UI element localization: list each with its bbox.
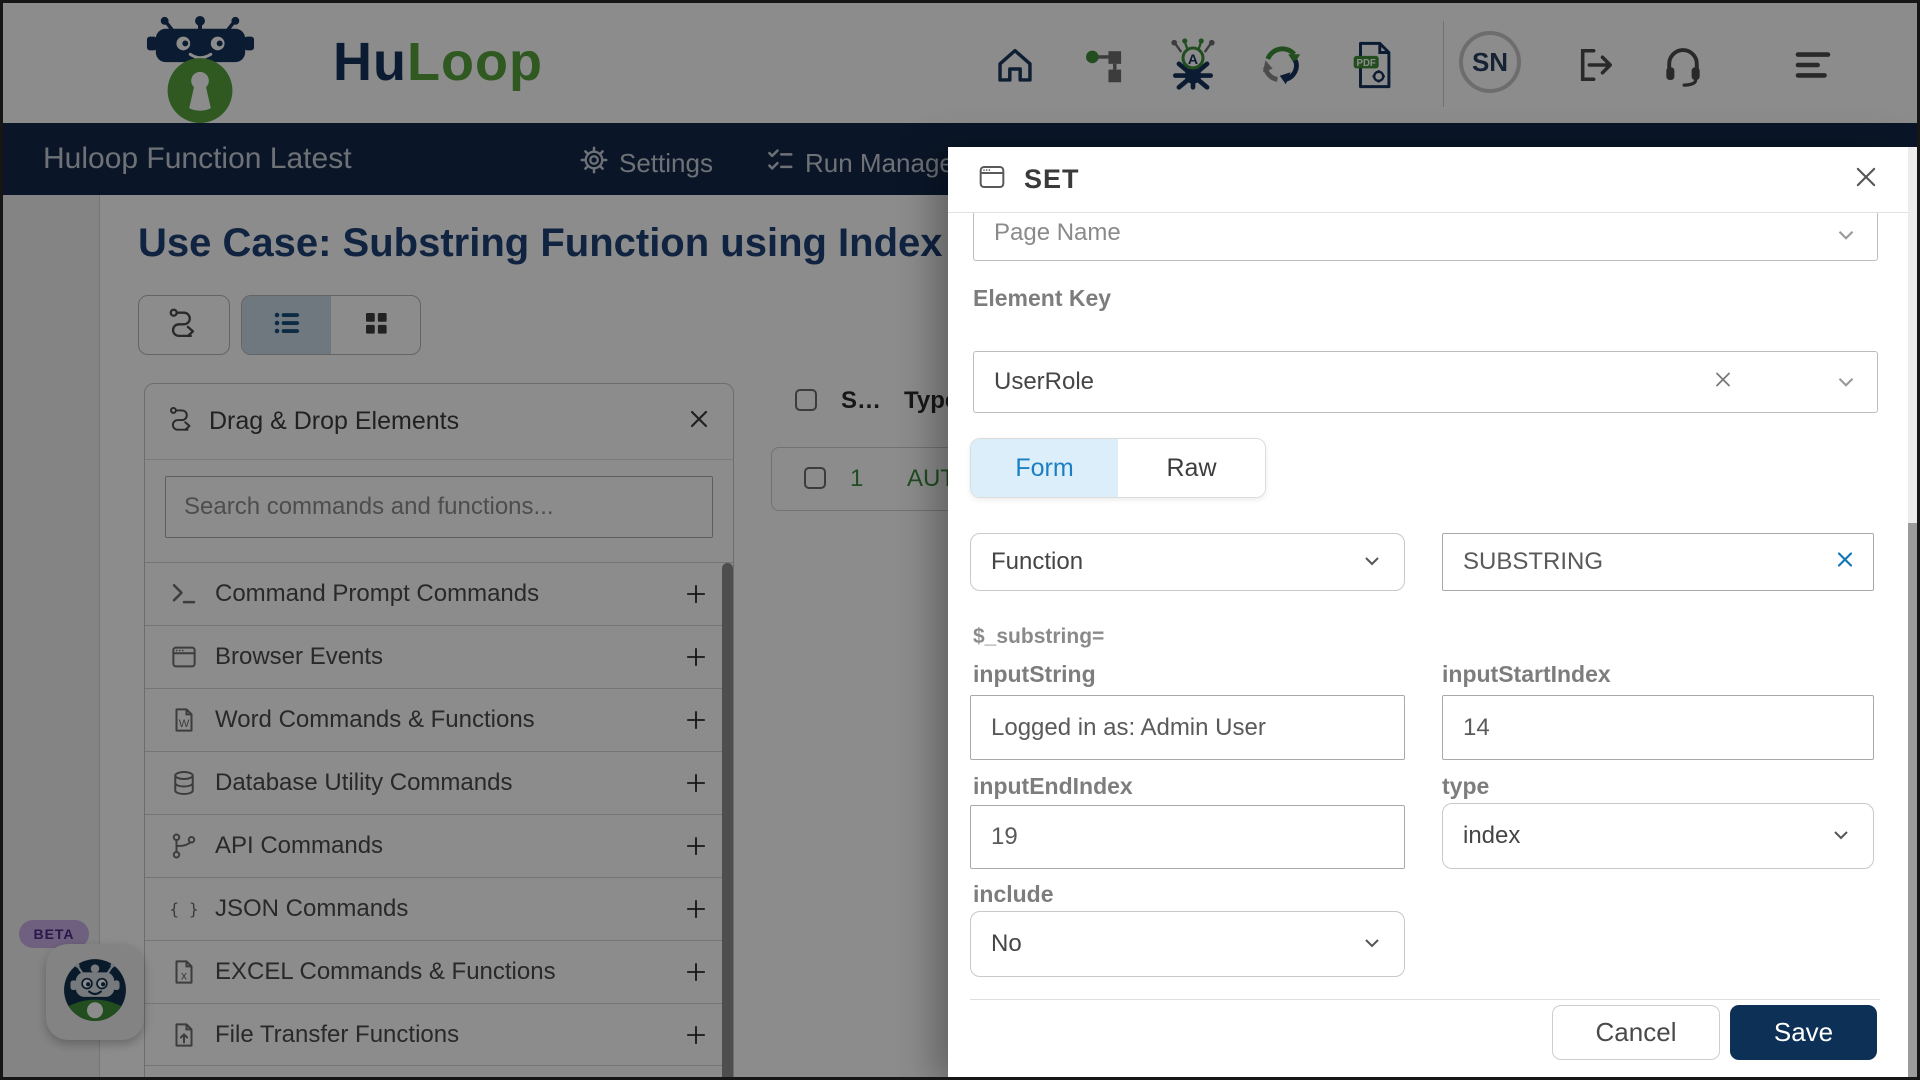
cancel-button[interactable]: Cancel: [1552, 1005, 1720, 1060]
form-tab[interactable]: Form: [971, 439, 1118, 497]
element-key-value: UserRole: [994, 368, 1095, 395]
type-label: type: [1442, 773, 1490, 799]
chevron-down-icon: [1833, 369, 1859, 395]
function-name-field[interactable]: SUBSTRING: [1442, 533, 1874, 591]
chevron-down-icon: [1833, 222, 1859, 248]
page-scrollbar-thumb[interactable]: [1908, 523, 1917, 1077]
input-end-index-field[interactable]: 19: [970, 805, 1405, 869]
footer-divider: [970, 999, 1880, 1000]
function-select-value: Function: [991, 548, 1084, 575]
input-string-field[interactable]: Logged in as: Admin User: [970, 695, 1405, 760]
element-key-label: Element Key: [973, 285, 1112, 311]
set-modal: SET Page Name Element Key UserRole Form …: [948, 147, 1908, 1077]
include-label: include: [973, 881, 1054, 907]
input-start-index-label: inputStartIndex: [1442, 661, 1611, 687]
input-end-index-label: inputEndIndex: [973, 773, 1133, 799]
clear-function-icon[interactable]: [1833, 548, 1857, 577]
input-end-index-value: 19: [991, 823, 1018, 850]
function-name-value: SUBSTRING: [1463, 548, 1604, 575]
chevron-down-icon: [1360, 931, 1386, 957]
clear-value-icon[interactable]: [1711, 368, 1735, 397]
element-key-select[interactable]: UserRole: [973, 351, 1878, 413]
raw-tab[interactable]: Raw: [1118, 439, 1265, 497]
input-string-label: inputString: [973, 661, 1096, 687]
close-modal-icon[interactable]: [1852, 163, 1880, 196]
chevron-down-icon: [1829, 823, 1855, 849]
expression-label: $_substring=: [973, 625, 1105, 648]
input-start-index-value: 14: [1463, 713, 1490, 741]
app-window: HuLoop A PDF SN Huloop Function Latest S…: [0, 0, 1920, 1080]
include-select[interactable]: No: [970, 911, 1405, 977]
chevron-down-icon: [1360, 549, 1386, 575]
include-value: No: [991, 930, 1022, 957]
form-raw-toggle: Form Raw: [970, 438, 1266, 498]
page-name-placeholder: Page Name: [994, 219, 1121, 246]
input-start-index-field[interactable]: 14: [1442, 695, 1874, 760]
save-button[interactable]: Save: [1730, 1005, 1877, 1060]
input-string-value: Logged in as: Admin User: [991, 713, 1266, 741]
type-select[interactable]: index: [1442, 803, 1874, 869]
type-value: index: [1463, 822, 1521, 849]
set-modal-header: SET: [948, 147, 1908, 213]
set-window-icon: [976, 161, 1008, 198]
set-modal-title: SET: [1024, 164, 1080, 194]
function-select[interactable]: Function: [970, 533, 1405, 591]
